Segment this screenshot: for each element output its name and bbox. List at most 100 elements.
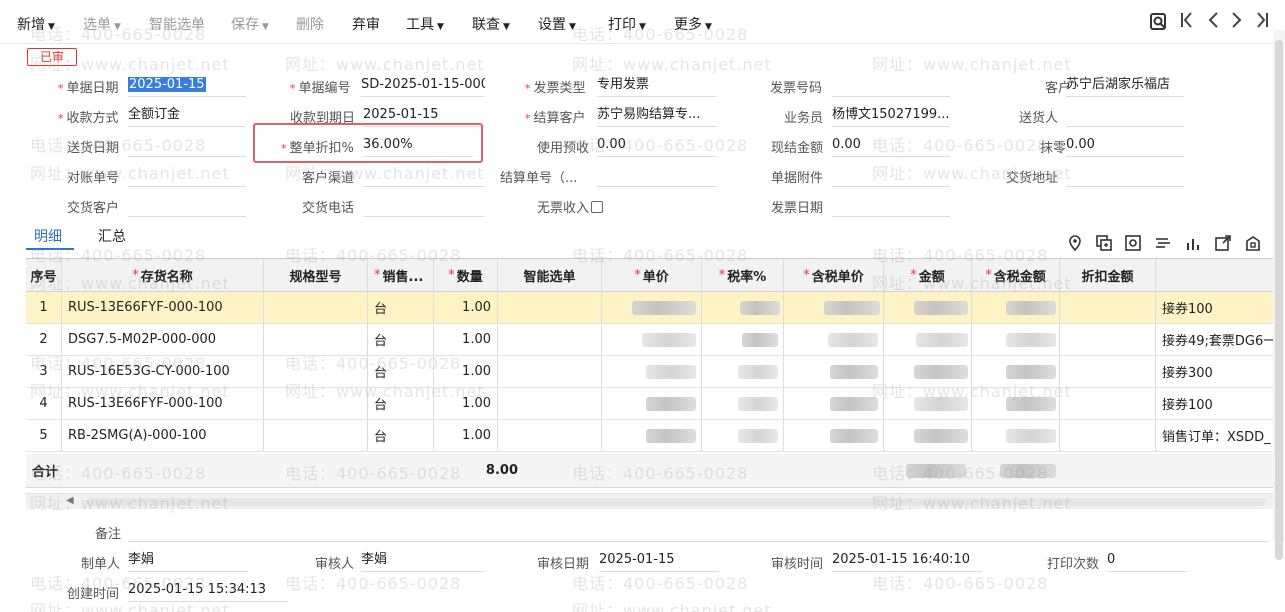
col-header-tax-price[interactable]: * 含税单价 [784,259,884,291]
salesman-field[interactable]: 杨博文15027199... [832,105,950,127]
remark-cell[interactable]: 接券100 [1156,388,1285,419]
filter-icon[interactable] [1155,235,1171,255]
table-horizontal-scrollbar[interactable]: ◀ [26,493,1285,509]
page-vertical-scrollbar[interactable] [1273,30,1285,560]
tax-amount-cell[interactable] [972,356,1060,387]
col-header-no[interactable]: 序号 [26,259,62,291]
doc-date-field[interactable]: 2025-01-15 [128,75,246,97]
qty-cell[interactable]: 1.00 [434,356,498,387]
price-cell[interactable] [602,356,702,387]
smart-select-cell[interactable] [498,388,602,419]
item-name-cell[interactable]: DSG7.5-M02P-000-000 [62,324,264,355]
tax-amount-cell[interactable] [972,292,1060,323]
channel-field[interactable] [363,165,485,187]
delete-button[interactable]: 删除 [296,14,324,34]
smart-select-button[interactable]: 智能选单 [149,14,205,34]
tax-price-cell[interactable] [784,420,884,451]
table-row[interactable]: 5 RB-2SMG(A)-000-100 台 1.00 销售订单：XSDD_ [26,420,1285,452]
unit-cell[interactable]: 台 [368,292,434,323]
tax-amount-cell[interactable] [972,388,1060,419]
item-name-cell[interactable]: RUS-13E66FYF-000-100 [62,292,264,323]
spec-cell[interactable] [264,292,368,323]
col-header-discount-amount[interactable]: 折扣金额 [1060,259,1156,291]
delivery-date-field[interactable] [128,135,246,157]
col-header-unit[interactable]: * 销售... [368,259,434,291]
print-menu-button[interactable]: 打印 ▼ [608,14,646,34]
prepay-field[interactable]: 0.00 [597,135,717,157]
discount-amount-cell[interactable] [1060,388,1156,419]
price-cell[interactable] [602,292,702,323]
table-row[interactable]: 1 RUS-13E66FYF-000-100 台 1.00 接券100 [26,292,1285,324]
search-doc-icon[interactable] [1150,12,1168,36]
unit-cell[interactable]: 台 [368,388,434,419]
col-header-tax-rate[interactable]: * 税率% [702,259,784,291]
invoice-type-select[interactable]: 专用发票 [597,75,717,97]
smart-select-cell[interactable] [498,292,602,323]
col-header-amount[interactable]: * 金额 [884,259,972,291]
settle-customer-field[interactable]: 苏宁易购结算专... [597,105,717,127]
amount-cell[interactable] [884,292,972,323]
tax-rate-cell[interactable] [702,420,784,451]
delivery-customer-field[interactable] [128,195,246,217]
tax-rate-cell[interactable] [702,324,784,355]
first-record-icon[interactable] [1180,10,1194,35]
unaudit-button[interactable]: 弃审 [352,14,380,34]
tools-menu-button[interactable]: 工具 ▼ [406,14,444,34]
remark-field[interactable] [128,520,1268,542]
tax-price-cell[interactable] [784,292,884,323]
scrollbar-thumb[interactable] [1275,40,1283,560]
col-header-price[interactable]: * 单价 [602,259,702,291]
spec-cell[interactable] [264,324,368,355]
smart-select-cell[interactable] [498,356,602,387]
tax-price-cell[interactable] [784,388,884,419]
spec-cell[interactable] [264,420,368,451]
discount-amount-cell[interactable] [1060,292,1156,323]
item-name-cell[interactable]: RUS-16E53G-CY-000-100 [62,356,264,387]
remark-cell[interactable]: 接券100 [1156,292,1285,323]
col-header-qty[interactable]: * 数量 [434,259,498,291]
deliverer-field[interactable] [1066,105,1184,127]
qty-cell[interactable]: 1.00 [434,420,498,451]
amount-cell[interactable] [884,388,972,419]
prev-record-icon[interactable] [1206,10,1220,35]
location-icon[interactable] [1068,235,1082,255]
customer-field[interactable]: 苏宁后湖家乐福店 [1066,75,1184,97]
last-record-icon[interactable] [1255,10,1269,35]
invoice-date-field[interactable] [832,195,950,217]
discount-amount-cell[interactable] [1060,356,1156,387]
col-header-smart-select[interactable]: 智能选单 [498,259,602,291]
amount-cell[interactable] [884,420,972,451]
doc-no-field[interactable]: SD-2025-01-15-0002 [361,75,485,97]
no-invoice-checkbox[interactable] [591,201,604,213]
unit-cell[interactable]: 台 [368,324,434,355]
pay-method-select[interactable]: 全额订金 [128,105,246,127]
remark-cell[interactable]: 接券49;套票DG6一 [1156,324,1285,355]
tab-detail[interactable]: 明细 [34,226,62,246]
col-header-item-name[interactable]: * 存货名称 [62,259,264,291]
tab-summary[interactable]: 汇总 [98,226,126,246]
col-header-tax-amount[interactable]: * 含税金额 [972,259,1060,291]
delivery-address-field[interactable] [1066,165,1184,187]
price-cell[interactable] [602,324,702,355]
table-settings-icon[interactable] [1125,235,1141,255]
discount-amount-cell[interactable] [1060,324,1156,355]
building-icon[interactable] [1245,235,1261,255]
attachments-field[interactable] [832,165,950,187]
new-menu-button[interactable]: 新增 ▼ [17,14,55,34]
settle-no-field[interactable] [597,165,717,187]
delivery-phone-field[interactable] [363,195,485,217]
smart-select-cell[interactable] [498,324,602,355]
scrollbar-thumb[interactable] [86,498,1266,506]
col-header-remark[interactable] [1156,259,1285,291]
select-source-menu-button[interactable]: 选单 ▼ [83,14,121,34]
table-row[interactable]: 3 RUS-16E53G-CY-000-100 台 1.00 接券300 [26,356,1285,388]
unit-cell[interactable]: 台 [368,356,434,387]
item-name-cell[interactable]: RUS-13E66FYF-000-100 [62,388,264,419]
remark-cell[interactable]: 接券300 [1156,356,1285,387]
tax-rate-cell[interactable] [702,356,784,387]
table-row[interactable]: 4 RUS-13E66FYF-000-100 台 1.00 接券100 [26,388,1285,420]
chart-icon[interactable] [1185,235,1201,255]
table-row[interactable]: 2 DSG7.5-M02P-000-000 台 1.00 接券49;套票DG6一 [26,324,1285,356]
amount-cell[interactable] [884,356,972,387]
price-cell[interactable] [602,388,702,419]
